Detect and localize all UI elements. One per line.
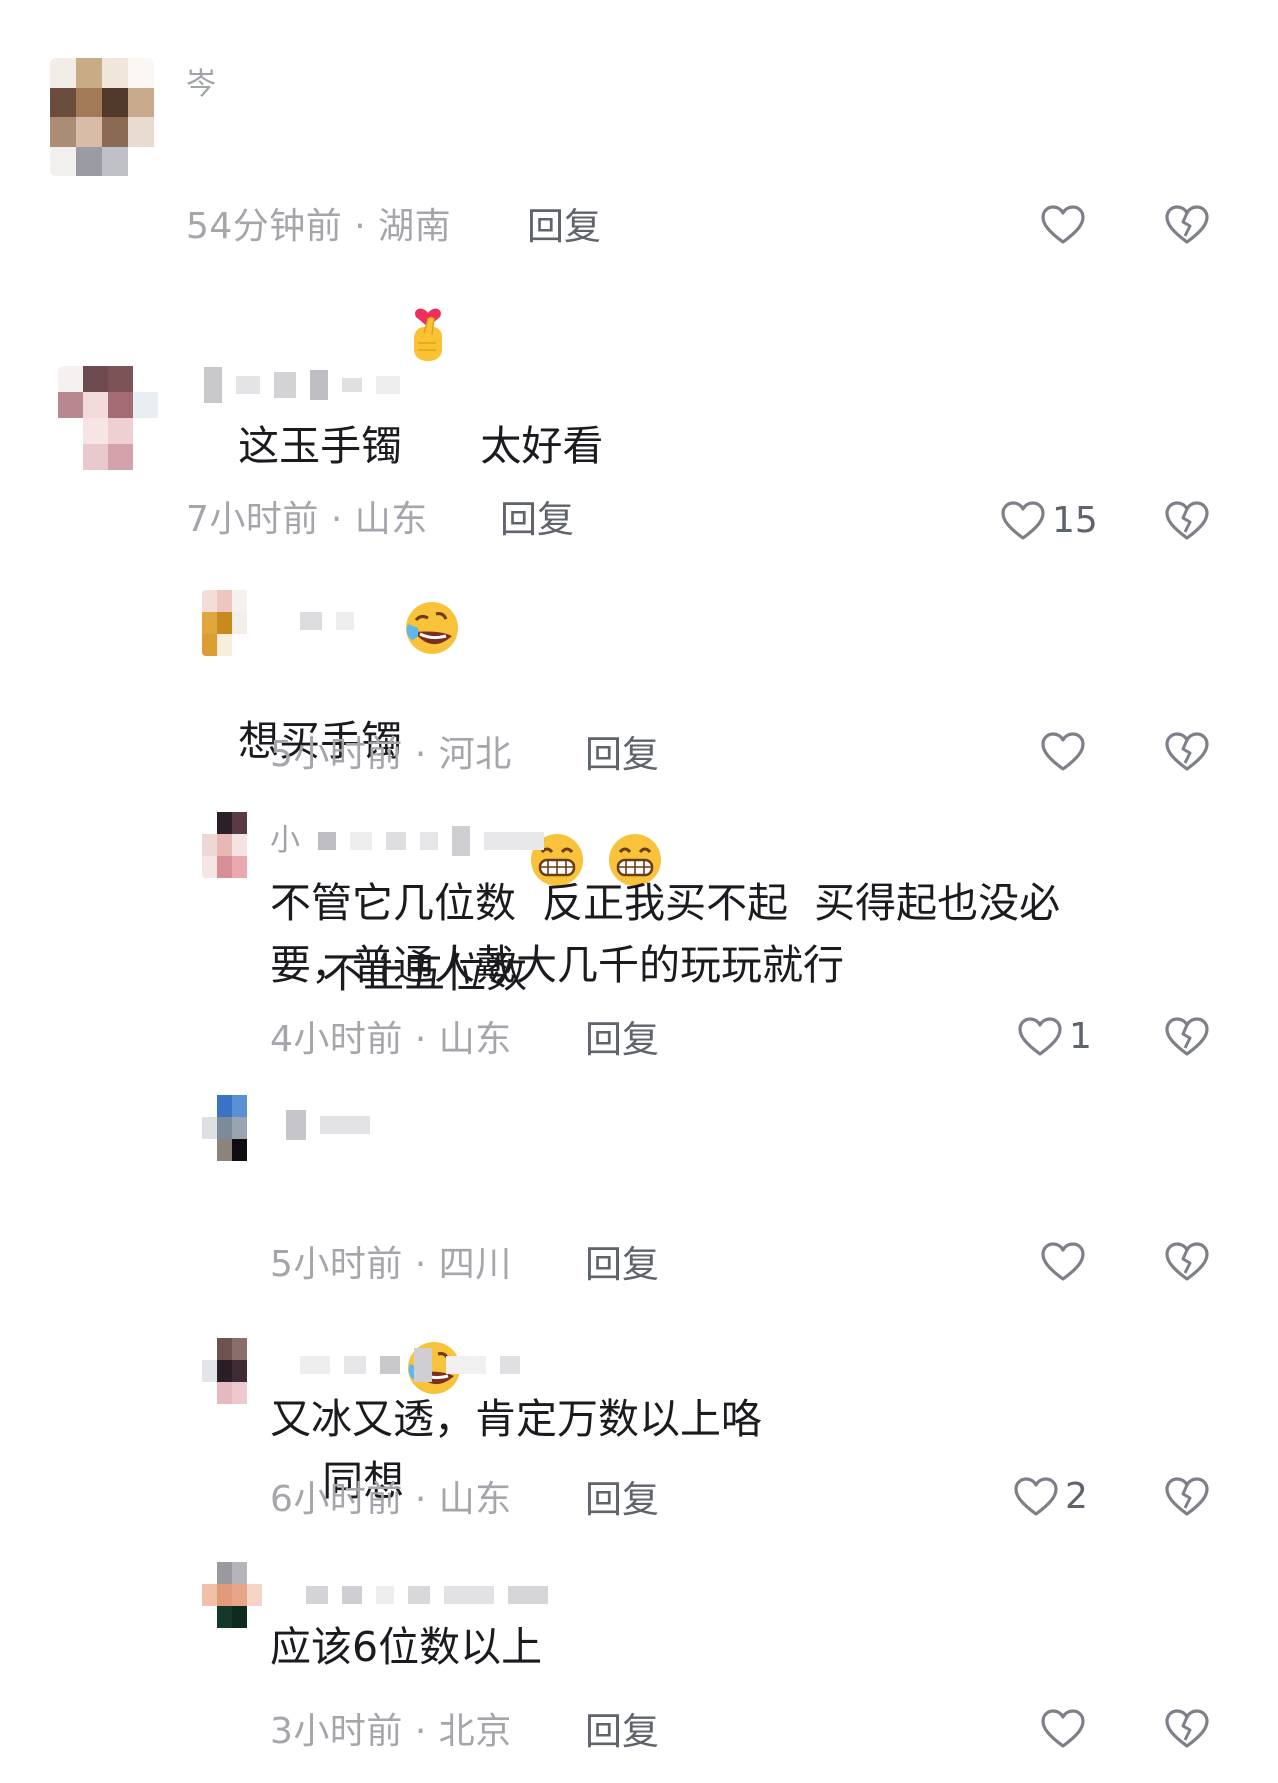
comment-text: 又冰又透，肯定万数以上咯: [270, 1395, 762, 1443]
time-location: 5小时前 · 四川: [270, 1244, 512, 1285]
broken-heart-icon: [1164, 1241, 1210, 1283]
broken-heart-icon: [1164, 204, 1210, 246]
broken-heart-icon: [1164, 500, 1210, 542]
username[interactable]: 小: [270, 826, 544, 856]
like-count: 15: [1052, 500, 1098, 541]
like-count: 1: [1069, 1016, 1092, 1057]
username[interactable]: [286, 1110, 370, 1140]
time-location: 6小时前 · 山东: [270, 1479, 512, 1520]
heart-icon: [1040, 1708, 1086, 1750]
time-location: 5小时前 · 河北: [270, 734, 512, 775]
time-location: 7小时前 · 山东: [186, 499, 428, 540]
like-button[interactable]: 2: [1013, 1476, 1088, 1518]
avatar[interactable]: [202, 1338, 262, 1404]
avatar[interactable]: [202, 590, 262, 656]
dislike-button[interactable]: [1164, 1708, 1210, 1750]
reply-button[interactable]: 回复: [585, 735, 659, 775]
time-location: 54分钟前 · 湖南: [186, 206, 452, 247]
username[interactable]: [306, 1580, 548, 1610]
heart-icon: [1040, 731, 1086, 773]
broken-heart-icon: [1164, 1708, 1210, 1750]
reply-button[interactable]: 回复: [585, 1020, 659, 1060]
dislike-button[interactable]: [1164, 1241, 1210, 1283]
username[interactable]: 岑: [186, 70, 220, 100]
avatar[interactable]: [58, 366, 158, 470]
dislike-button[interactable]: [1164, 1476, 1210, 1518]
like-count: 2: [1065, 1476, 1088, 1517]
like-button[interactable]: [1040, 731, 1092, 773]
reply-button[interactable]: 回复: [500, 500, 574, 540]
avatar[interactable]: [202, 812, 262, 878]
dislike-button[interactable]: [1164, 204, 1210, 246]
comment-text: 不管它几位数 反正我买不起 买得起也没必 要，普通人戴大几千的玩玩就行: [270, 879, 1061, 989]
time-location: 4小时前 · 山东: [270, 1019, 512, 1060]
like-button[interactable]: [1040, 1241, 1092, 1283]
heart-icon: [1040, 204, 1086, 246]
heart-icon: [1040, 1241, 1086, 1283]
avatar[interactable]: [202, 1562, 262, 1628]
broken-heart-icon: [1164, 1476, 1210, 1518]
heart-icon: [1000, 500, 1046, 542]
reply-button[interactable]: 回复: [527, 207, 601, 247]
reply-button[interactable]: 回复: [585, 1480, 659, 1520]
comment-text-part: 太好看: [480, 422, 604, 470]
broken-heart-icon: [1164, 1016, 1210, 1058]
heart-icon: [1017, 1016, 1063, 1058]
username[interactable]: [300, 606, 354, 636]
avatar[interactable]: [202, 1095, 262, 1161]
reply-button[interactable]: 回复: [585, 1712, 659, 1752]
reply-button[interactable]: 回复: [585, 1245, 659, 1285]
like-button[interactable]: 1: [1017, 1016, 1092, 1058]
comment-text: 不止五位数: [270, 644, 684, 1076]
username[interactable]: [300, 1348, 520, 1382]
like-button[interactable]: [1040, 204, 1092, 246]
time-location: 3小时前 · 北京: [270, 1711, 512, 1752]
heart-icon: [1013, 1476, 1059, 1518]
dislike-button[interactable]: [1164, 1016, 1210, 1058]
dislike-button[interactable]: [1164, 731, 1210, 773]
dislike-button[interactable]: [1164, 500, 1210, 542]
like-button[interactable]: [1040, 1708, 1092, 1750]
broken-heart-icon: [1164, 731, 1210, 773]
comment-text: 应该6位数以上: [270, 1623, 543, 1671]
avatar[interactable]: [50, 58, 154, 176]
username[interactable]: [204, 367, 400, 403]
like-button[interactable]: 15: [1000, 500, 1098, 542]
